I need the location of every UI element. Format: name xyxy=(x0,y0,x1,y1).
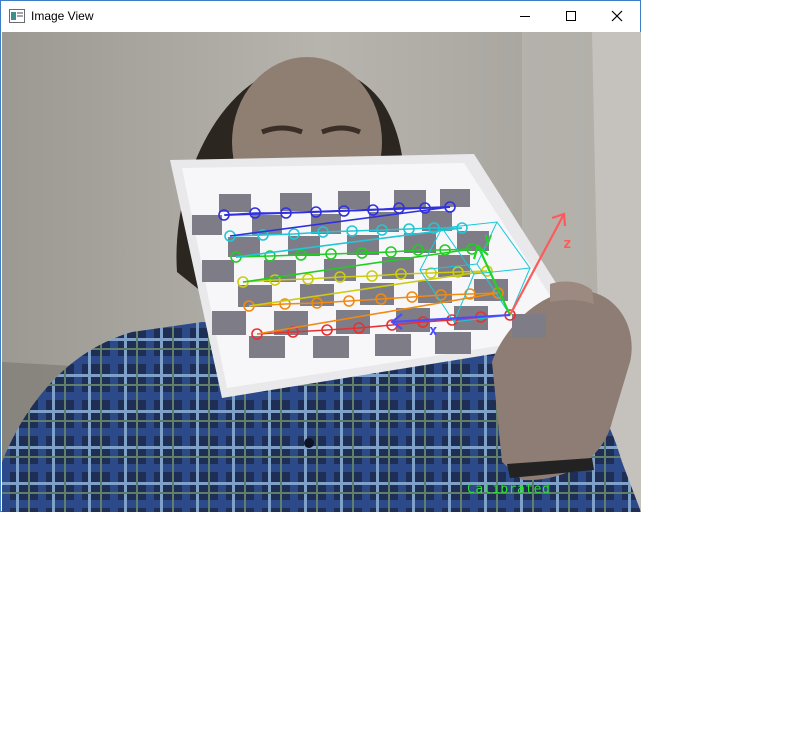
minimize-button[interactable] xyxy=(502,1,548,31)
axis-z-label: z xyxy=(563,236,571,252)
camera-frame-image: z y x xyxy=(2,32,641,512)
window-title: Image View xyxy=(31,9,94,23)
maximize-button[interactable] xyxy=(548,1,594,31)
maximize-icon xyxy=(566,11,576,21)
axis-x-label: x xyxy=(429,323,438,339)
close-icon xyxy=(611,10,623,22)
axis-y-label: y xyxy=(484,231,493,247)
close-button[interactable] xyxy=(594,1,640,31)
title-bar[interactable]: Image View xyxy=(1,1,640,31)
calibration-status-text: Calibrated xyxy=(467,482,551,497)
minimize-icon xyxy=(520,16,530,17)
image-view-window: Image View z y x Calibrated xyxy=(0,0,641,512)
camera-frame-view: z y x Calibrated xyxy=(2,32,641,512)
image-view-app-icon xyxy=(9,9,25,23)
